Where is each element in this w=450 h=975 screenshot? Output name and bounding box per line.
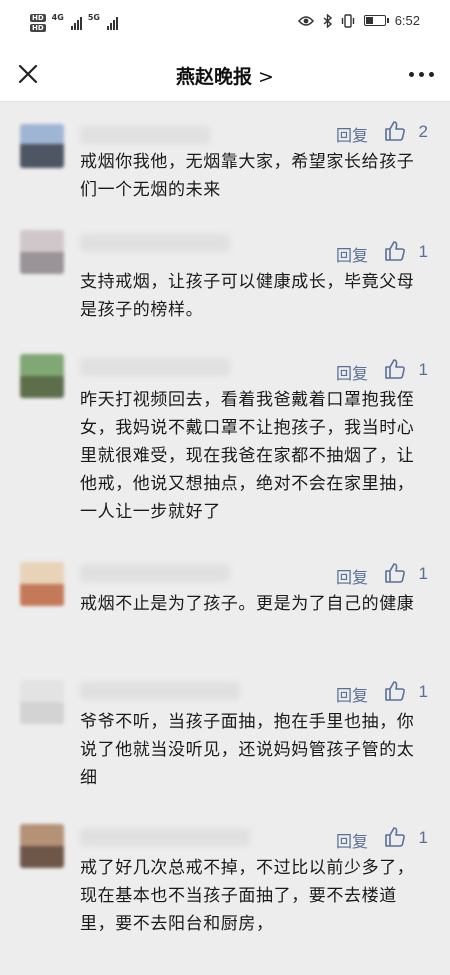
nav-bar: 燕赵晚报 > (0, 46, 450, 102)
more-icon[interactable] (409, 72, 434, 77)
reply-button[interactable]: 回复 (336, 828, 368, 852)
nav-title-text: 燕赵晚报 (176, 66, 253, 88)
comment-text: 戒烟不止是为了孩子。更是为了自己的健康 (80, 594, 415, 614)
thumbs-up-icon[interactable] (384, 562, 406, 584)
chevron-right-icon: > (258, 66, 274, 88)
avatar (20, 124, 64, 168)
hd-icon: HD HD (30, 14, 46, 32)
comment-text: 戒了好几次总戒不掉，不过比以前少多了，现在基本也不当孩子面抽了，要不去楼道里，要… (80, 858, 415, 934)
bluetooth-icon (323, 13, 332, 28)
reply-button[interactable]: 回复 (336, 122, 368, 146)
eye-icon (297, 15, 314, 26)
signal-icon-2 (106, 16, 118, 30)
avatar (20, 680, 64, 724)
network-type-b: 5G (87, 13, 100, 22)
comment-text: 支持戒烟，让孩子可以健康成长，毕竟父母是孩子的榜样。 (80, 272, 415, 320)
thumbs-up-icon[interactable] (384, 120, 406, 142)
username-blurred (80, 358, 230, 376)
username-blurred (80, 126, 210, 144)
username-blurred (80, 682, 240, 700)
avatar (20, 562, 64, 606)
status-right: 6:52 (297, 13, 420, 28)
thumbs-up-icon[interactable] (384, 358, 406, 380)
thumbs-up-icon[interactable] (384, 240, 406, 262)
signal-icon (70, 16, 82, 30)
comment-text: 戒烟你我他，无烟靠大家，希望家长给孩子们一个无烟的未来 (80, 152, 415, 200)
like-count: 2 (418, 122, 428, 141)
status-time: 6:52 (394, 13, 420, 28)
reply-button[interactable]: 回复 (336, 564, 368, 588)
username-blurred (80, 828, 250, 846)
nav-title[interactable]: 燕赵晚报 > (0, 62, 450, 89)
like-count: 1 (418, 564, 428, 583)
status-left: HD HD 4G 5G (30, 14, 118, 32)
comment-text: 昨天打视频回去，看着我爸戴着口罩抱我侄女，我妈说不戴口罩不让抱孩子，我当时心里就… (80, 390, 415, 522)
like-count: 1 (418, 682, 428, 701)
thumbs-up-icon[interactable] (384, 826, 406, 848)
like-count: 1 (418, 360, 428, 379)
like-count: 1 (418, 242, 428, 261)
reply-button[interactable]: 回复 (336, 242, 368, 266)
reply-button[interactable]: 回复 (336, 682, 368, 706)
username-blurred (80, 564, 230, 582)
network-type-a: 4G (51, 13, 64, 22)
avatar (20, 230, 64, 274)
thumbs-up-icon[interactable] (384, 680, 406, 702)
like-count: 1 (418, 828, 428, 847)
vibrate-icon (341, 13, 354, 28)
status-bar: HD HD 4G 5G 6:52 (0, 0, 450, 46)
battery-icon (363, 15, 389, 26)
username-blurred (80, 234, 230, 252)
avatar (20, 354, 64, 398)
comment-text: 爷爷不听，当孩子面抽，抱在手里也抽，你说了他就当没听见，还说妈妈管孩子管的太细 (80, 712, 415, 788)
avatar (20, 824, 64, 868)
reply-button[interactable]: 回复 (336, 360, 368, 384)
